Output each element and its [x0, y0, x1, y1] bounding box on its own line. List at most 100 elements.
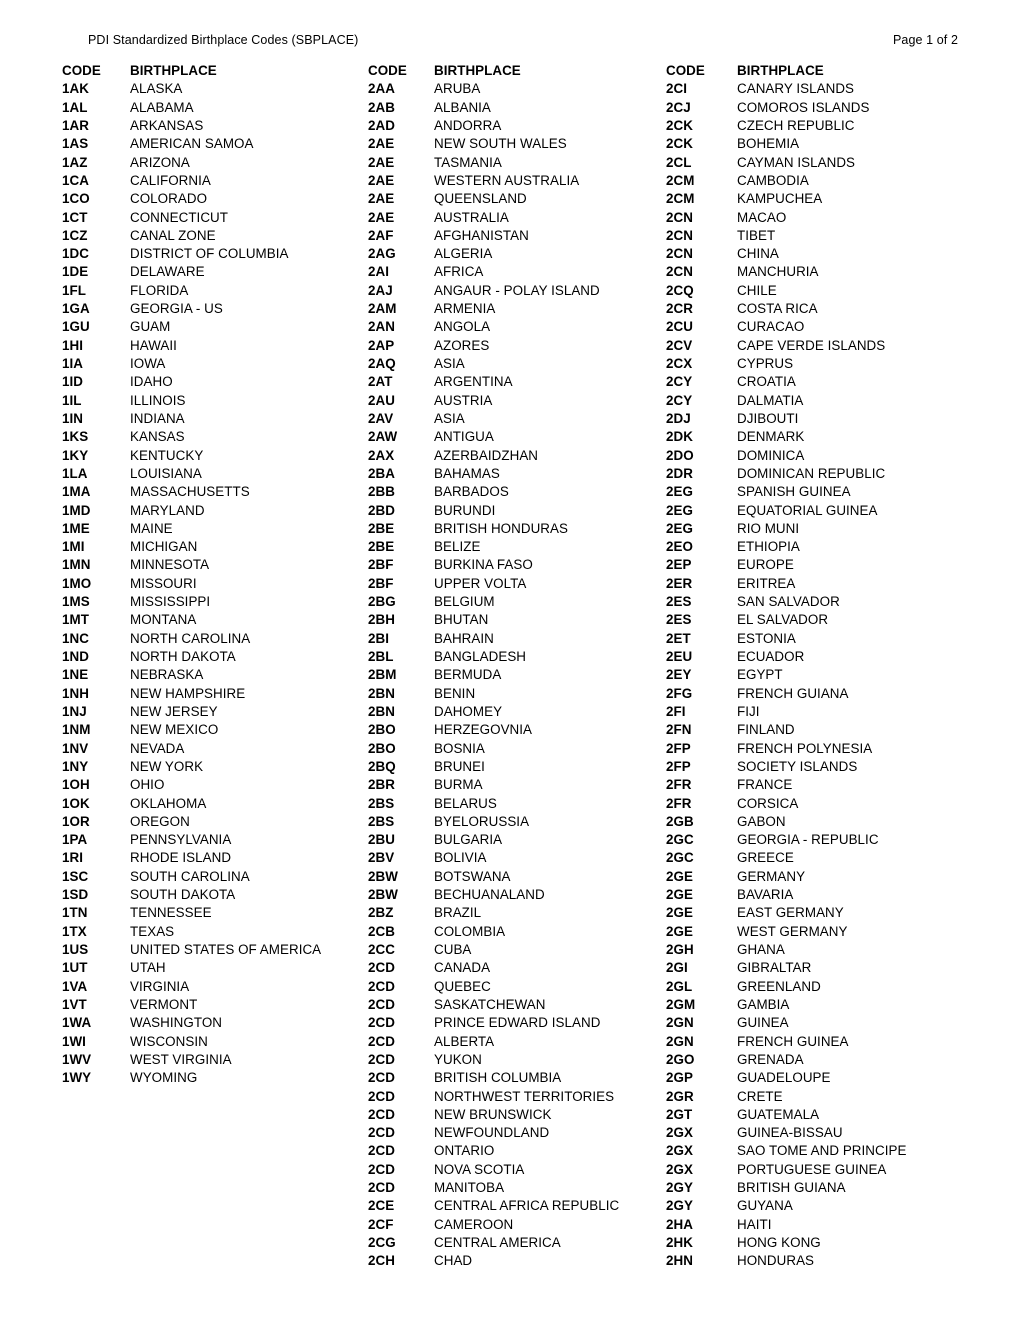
cell-birthplace: BOLIVIA — [434, 850, 487, 866]
cell-code: 2AG — [368, 246, 396, 262]
table-row: 1AL ALABAMA — [62, 99, 362, 117]
cell-code: 1CO — [62, 191, 90, 207]
cell-code: 2DO — [666, 447, 694, 463]
table-row: 2FG FRENCH GUIANA — [666, 685, 966, 703]
cell-birthplace: CAYMAN ISLANDS — [737, 154, 856, 170]
cell-code: 2AX — [368, 447, 395, 463]
cell-birthplace: WESTERN AUSTRALIA — [434, 172, 580, 188]
cell-code: 2FP — [666, 740, 691, 756]
cell-birthplace: PENNSYLVANIA — [130, 832, 232, 848]
cell-code: 2CQ — [666, 282, 694, 298]
table-row: 2CU CURACAO — [666, 318, 966, 336]
cell-birthplace: MANITOBA — [434, 1180, 505, 1196]
table-row: 2FN FINLAND — [666, 721, 966, 739]
cell-birthplace: NEW BRUNSWICK — [434, 1106, 552, 1122]
table-row: 2DO DOMINICA — [666, 447, 966, 465]
cell-code: 2AV — [368, 410, 394, 426]
table-row: 2CE CENTRAL AFRICA REPUBLIC — [368, 1197, 660, 1215]
column-header-birthplace: BIRTHPLACE — [434, 63, 521, 78]
cell-birthplace: HERZEGOVNIA — [434, 722, 533, 738]
cell-code: 2BI — [368, 630, 389, 646]
cell-code: 2BL — [368, 649, 394, 664]
code-table-2: CODE BIRTHPLACE 2AA ARUBA 2AB ALBANIA 2AD AND… — [368, 62, 660, 1271]
cell-code: 2BA — [368, 465, 395, 481]
cell-code: 2EU — [666, 649, 693, 664]
table-row: 2AD ANDORRA — [368, 117, 660, 135]
table-row: 2GR CRETE — [666, 1088, 966, 1106]
table-row: 1KY KENTUCKY — [62, 447, 362, 465]
cell-birthplace: MARYLAND — [130, 502, 205, 518]
table-row: 1US UNITED STATES OF AMERICA — [62, 941, 362, 959]
cell-code: 1MA — [62, 484, 91, 500]
cell-code: 2CN — [666, 264, 693, 280]
cell-birthplace: BELARUS — [434, 795, 497, 811]
cell-birthplace: CANAL ZONE — [130, 227, 216, 243]
cell-birthplace: VIRGINIA — [130, 978, 190, 994]
table-row: 2CD YUKON — [368, 1051, 660, 1069]
table-row: 2CF CAMEROON — [368, 1216, 660, 1234]
cell-birthplace: UTAH — [130, 960, 166, 976]
table-row: 1MD MARYLAND — [62, 502, 362, 520]
cell-birthplace: SPANISH GUINEA — [737, 484, 851, 500]
table-row: 1AZ ARIZONA — [62, 154, 362, 172]
table-row: 2FP FRENCH POLYNESIA — [666, 740, 966, 758]
table-row: 1DC DISTRICT OF COLUMBIA — [62, 245, 362, 263]
table-row: 2ET ESTONIA — [666, 630, 966, 648]
table-row: 2CD BRITISH COLUMBIA — [368, 1069, 660, 1087]
cell-birthplace: WASHINGTON — [130, 1015, 223, 1031]
table-row: 2AM ARMENIA — [368, 300, 660, 318]
table-row: 2BM BERMUDA — [368, 666, 660, 684]
cell-birthplace: ALABAMA — [130, 99, 194, 115]
cell-code: 1NV — [62, 740, 89, 756]
cell-birthplace: CORSICA — [737, 795, 799, 811]
cell-code: 1AK — [62, 81, 89, 97]
cell-code: 2GT — [666, 1106, 693, 1122]
cell-code: 2AW — [368, 429, 398, 445]
cell-birthplace: QUEBEC — [434, 978, 491, 994]
cell-birthplace: FIJI — [737, 703, 760, 719]
cell-code: 2CD — [368, 1015, 395, 1031]
table-row: 1AR ARKANSAS — [62, 117, 362, 135]
cell-birthplace: HONG KONG — [737, 1235, 821, 1250]
cell-code: 2CD — [368, 1180, 395, 1196]
cell-code: 2GY — [666, 1180, 693, 1196]
cell-birthplace: COSTA RICA — [737, 301, 818, 317]
table-row: 2BH BHUTAN — [368, 611, 660, 629]
cell-code: 1MS — [62, 594, 90, 610]
table-row: 2BU BULGARIA — [368, 831, 660, 849]
cell-birthplace: BOHEMIA — [737, 136, 800, 152]
cell-birthplace: MACAO — [737, 209, 787, 225]
table-row: 1SC SOUTH CAROLINA — [62, 868, 362, 886]
cell-code: 1CA — [62, 172, 89, 188]
cell-code: 2BN — [368, 703, 395, 719]
table-row: 2AX AZERBAIDZHAN — [368, 447, 660, 465]
table-row: 1SD SOUTH DAKOTA — [62, 886, 362, 904]
table-row: 1ID IDAHO — [62, 373, 362, 391]
cell-birthplace: GUYANA — [737, 1198, 793, 1214]
table-row: 2GO GRENADA — [666, 1051, 966, 1069]
cell-birthplace: YUKON — [434, 1051, 482, 1067]
cell-code: 2GC — [666, 850, 694, 866]
table-row: 1GU GUAM — [62, 318, 362, 336]
table-row: 1WA WASHINGTON — [62, 1014, 362, 1032]
table-row: 1DE DELAWARE — [62, 263, 362, 281]
cell-code: 2CD — [368, 1106, 395, 1122]
cell-code: 1GA — [62, 301, 90, 317]
cell-code: 2DR — [666, 465, 693, 481]
cell-code: 2BS — [368, 813, 395, 829]
cell-birthplace: GUINEA-BISSAU — [737, 1125, 843, 1141]
table-row: 2AE NEW SOUTH WALES — [368, 135, 660, 153]
cell-birthplace: GEORGIA - US — [130, 301, 223, 317]
cell-code: 2BM — [368, 667, 397, 683]
cell-birthplace: NEW HAMPSHIRE — [130, 685, 246, 701]
table-row: 2AN ANGOLA — [368, 318, 660, 336]
cell-birthplace: COLOMBIA — [434, 923, 506, 939]
cell-birthplace: GUATEMALA — [737, 1106, 820, 1122]
table-row: 2AI AFRICA — [368, 263, 660, 281]
cell-birthplace: EGYPT — [737, 667, 783, 683]
table-row: 2ES SAN SALVADOR — [666, 593, 966, 611]
cell-code: 1SC — [62, 868, 89, 884]
table-row: 1VT VERMONT — [62, 996, 362, 1014]
table-row: 2BI BAHRAIN — [368, 630, 660, 648]
table-row: 1OH OHIO — [62, 776, 362, 794]
